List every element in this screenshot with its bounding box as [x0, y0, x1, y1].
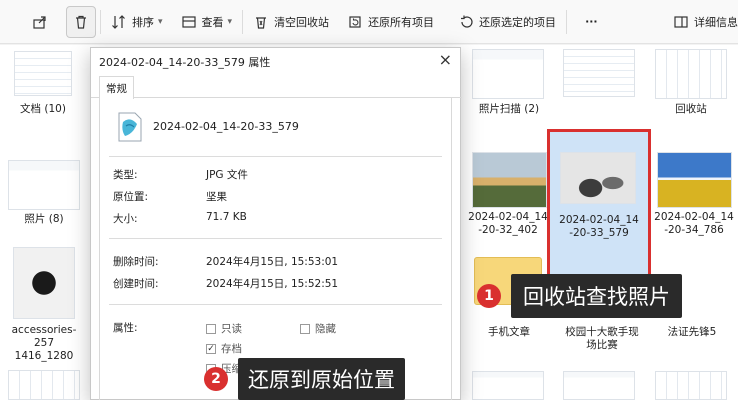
callout-text: 还原到原始位置 — [248, 368, 395, 392]
folder-thumbnail[interactable] — [14, 51, 72, 96]
archive-label: 存档 — [221, 343, 242, 355]
file-label[interactable]: 法证先锋5 — [652, 326, 732, 339]
sort-label: 排序 — [132, 15, 154, 29]
file-label[interactable]: 校园十大歌手现 场比赛 — [556, 326, 648, 352]
step-badge: 2 — [204, 367, 228, 391]
tab-general[interactable]: 常规 — [99, 76, 134, 99]
details-button[interactable]: 详细信息 — [667, 6, 738, 38]
restore-all-icon — [349, 15, 361, 28]
callout-find-photo: 1 回收站查找照片 — [471, 274, 725, 318]
file-label: 2024-02-04_14 -20-33_579 — [552, 214, 646, 240]
tab-strip: 常规 — [91, 76, 462, 99]
type-value: JPG 文件 — [206, 169, 248, 181]
file-label[interactable]: 照片 (8) — [8, 213, 80, 226]
image-thumbnail[interactable] — [657, 152, 732, 208]
trash-icon — [76, 15, 86, 29]
callout-restore: 2 还原到原始位置 — [198, 358, 452, 400]
file-name-field[interactable]: 2024-02-04_14-20-33_579 — [153, 120, 299, 133]
empty-bin-label: 清空回收站 — [274, 15, 330, 29]
folder-thumbnail[interactable] — [472, 371, 544, 400]
sort-icon — [112, 14, 125, 29]
file-label[interactable]: 文档 (10) — [8, 103, 78, 116]
file-label[interactable]: accessories-257 1416_1280 — [2, 324, 86, 363]
deleted-time-value: 2024年4月15日, 15:53:01 — [206, 256, 339, 268]
empty-bin-icon — [256, 16, 267, 29]
folder-thumbnail[interactable] — [8, 160, 80, 210]
close-icon[interactable]: × — [439, 50, 452, 69]
view-icon — [181, 15, 196, 28]
hidden-label: 隐藏 — [315, 323, 336, 335]
chevron-down-icon: ▾ — [227, 16, 233, 27]
readonly-label: 只读 — [221, 323, 242, 335]
created-time-value: 2024年4月15日, 15:52:51 — [206, 278, 339, 290]
file-label[interactable]: 回收站 — [655, 103, 727, 116]
callout-box: 还原到原始位置 — [238, 358, 405, 400]
hidden-checkbox[interactable]: 隐藏 — [300, 321, 336, 336]
file-label[interactable]: 手机文章 — [470, 326, 548, 339]
size-value: 71.7 KB — [206, 211, 247, 223]
type-label: 类型: — [113, 169, 138, 181]
readonly-checkbox[interactable]: 只读 — [206, 321, 242, 336]
divider — [109, 156, 442, 157]
share-button[interactable] — [26, 6, 54, 38]
general-panel — [99, 98, 452, 400]
folder-thumbnail[interactable] — [655, 49, 727, 99]
more-options-button[interactable]: ··· — [579, 6, 604, 38]
sort-button[interactable]: 排序 ▾ — [105, 6, 169, 38]
callout-text: 回收站查找照片 — [523, 285, 670, 309]
deleted-time-label: 删除时间: — [113, 256, 159, 268]
toolbar-divider — [242, 9, 244, 34]
file-label[interactable]: 2024-02-04_14 -20-32_402 — [462, 211, 554, 237]
divider — [109, 238, 442, 239]
toolbar-divider — [100, 9, 101, 34]
details-pane-icon — [674, 15, 688, 28]
image-file-icon — [118, 112, 142, 142]
share-icon — [33, 15, 46, 29]
image-thumbnail — [560, 152, 636, 204]
created-time-label: 创建时间: — [113, 278, 159, 290]
toolbar-divider — [566, 9, 568, 34]
dialog-title: 2024-02-04_14-20-33_579 属性 — [99, 56, 271, 69]
attributes-label: 属性: — [113, 322, 138, 334]
more-icon: ··· — [585, 15, 598, 28]
folder-thumbnail[interactable] — [563, 371, 635, 400]
checkmark-icon: ✓ — [206, 343, 216, 354]
divider — [109, 304, 442, 305]
chevron-down-icon: ▾ — [158, 16, 163, 27]
view-label: 查看 — [201, 15, 224, 29]
origin-value: 坚果 — [206, 191, 227, 203]
restore-all-label: 还原所有项目 — [368, 15, 435, 29]
delete-button[interactable] — [66, 5, 96, 38]
file-label[interactable]: 照片扫描 (2) — [470, 103, 548, 116]
image-thumbnail[interactable] — [563, 49, 635, 97]
restore-selected-label: 还原选定的项目 — [479, 15, 557, 29]
size-label: 大小: — [113, 213, 138, 225]
empty-recycle-bin-button[interactable]: 清空回收站 — [247, 6, 335, 38]
restore-selected-button[interactable]: 还原选定的项目 — [452, 6, 562, 38]
restore-icon — [461, 15, 473, 28]
origin-label: 原位置: — [113, 191, 149, 203]
image-thumbnail[interactable] — [472, 152, 547, 208]
command-bar: 排序 ▾ 查看 ▾ 清空回收站 还原所有项目 还原选定的项目 ··· 详细信息 — [0, 0, 738, 44]
folder-thumbnail[interactable] — [655, 371, 727, 400]
selected-file[interactable]: 2024-02-04_14 -20-33_579 — [547, 129, 651, 294]
file-label[interactable]: 2024-02-04_14 -20-34_786 — [648, 211, 738, 237]
checkbox-box — [206, 323, 216, 334]
properties-dialog: 2024-02-04_14-20-33_579 属性 × 常规 2024-02-… — [90, 47, 462, 400]
view-button[interactable]: 查看 ▾ — [175, 6, 239, 38]
folder-thumbnail[interactable] — [8, 370, 80, 400]
details-label: 详细信息 — [694, 15, 738, 29]
image-thumbnail[interactable] — [13, 247, 75, 319]
callout-box: 回收站查找照片 — [511, 274, 682, 318]
folder-thumbnail[interactable] — [472, 49, 544, 99]
step-badge: 1 — [477, 284, 501, 308]
checkbox-box — [300, 323, 310, 334]
archive-checkbox[interactable]: ✓ 存档 — [206, 341, 242, 356]
restore-all-button[interactable]: 还原所有项目 — [341, 6, 440, 38]
